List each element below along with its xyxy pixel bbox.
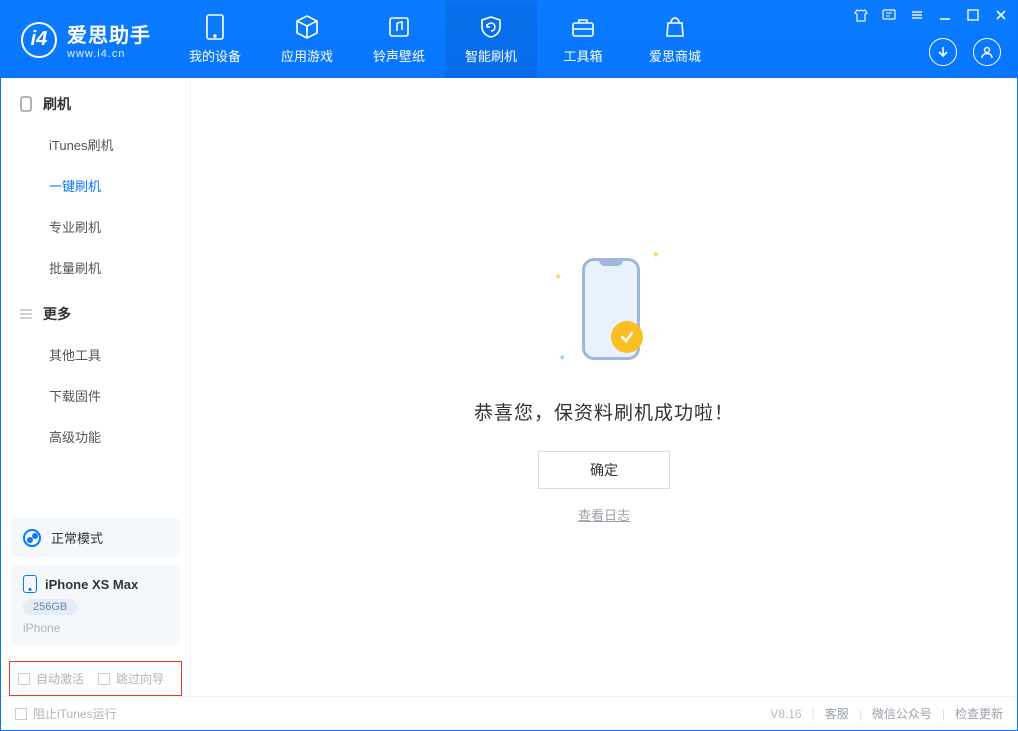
main-nav: 我的设备 应用游戏 铃声壁纸 智能刷机 工具箱 爱思商城 — [169, 1, 721, 78]
mode-icon — [23, 529, 41, 547]
version-label: V8.16 — [770, 707, 801, 721]
device-card[interactable]: iPhone XS Max 256GB iPhone — [11, 565, 180, 645]
device-type: iPhone — [23, 621, 168, 635]
skin-icon[interactable] — [853, 7, 869, 23]
success-message: 恭喜您，保资料刷机成功啦！ — [474, 398, 734, 425]
nav-label: 爱思商城 — [649, 46, 701, 65]
logo-icon: i4 — [21, 22, 57, 58]
checkbox-label: 阻止iTunes运行 — [33, 705, 117, 722]
nav-smart-flash[interactable]: 智能刷机 — [445, 1, 537, 78]
checkbox-label: 自动激活 — [36, 670, 84, 687]
wechat-link[interactable]: 微信公众号 — [872, 705, 932, 722]
music-icon — [386, 14, 412, 40]
checkbox-block-itunes[interactable]: 阻止iTunes运行 — [15, 705, 117, 722]
check-badge-icon — [611, 321, 643, 353]
sidebar-group-title-more: 更多 — [1, 288, 190, 334]
window-controls — [853, 7, 1009, 23]
sparkle-icon: ✦ — [558, 353, 566, 364]
device-icon — [202, 14, 228, 40]
cube-icon — [294, 14, 320, 40]
checkbox-icon — [15, 708, 27, 720]
maximize-button[interactable] — [965, 7, 981, 23]
body: 刷机 iTunes刷机 一键刷机 专业刷机 批量刷机 更多 其他工具 下载固件 … — [1, 78, 1017, 696]
header: i4 爱思助手 www.i4.cn 我的设备 应用游戏 铃声壁纸 智能刷机 — [1, 1, 1017, 78]
sidebar-item-pro-flash[interactable]: 专业刷机 — [1, 206, 190, 247]
nav-store[interactable]: 爱思商城 — [629, 1, 721, 78]
sidebar-item-batch-flash[interactable]: 批量刷机 — [1, 247, 190, 288]
list-icon — [19, 307, 33, 321]
group-label: 刷机 — [43, 94, 71, 114]
mode-label: 正常模式 — [51, 528, 103, 547]
ok-button[interactable]: 确定 — [538, 451, 670, 489]
sparkle-icon: ✦ — [554, 272, 562, 283]
device-phone-icon — [23, 575, 37, 593]
phone-notch-icon — [599, 258, 623, 266]
group-label: 更多 — [43, 304, 71, 324]
nav-ringtone-wallpaper[interactable]: 铃声壁纸 — [353, 1, 445, 78]
checkbox-icon — [18, 673, 30, 685]
download-button[interactable] — [929, 38, 957, 66]
close-button[interactable] — [993, 7, 1009, 23]
footer-right: V8.16 | 客服 | 微信公众号 | 检查更新 — [770, 705, 1003, 722]
app-title: 爱思助手 — [67, 19, 151, 48]
nav-apps-games[interactable]: 应用游戏 — [261, 1, 353, 78]
separator: | — [812, 707, 815, 721]
logo-text: 爱思助手 www.i4.cn — [67, 19, 151, 60]
footer: 阻止iTunes运行 V8.16 | 客服 | 微信公众号 | 检查更新 — [1, 696, 1017, 730]
nav-toolbox[interactable]: 工具箱 — [537, 1, 629, 78]
bag-icon — [662, 14, 688, 40]
nav-label: 我的设备 — [189, 46, 241, 65]
sidebar: 刷机 iTunes刷机 一键刷机 专业刷机 批量刷机 更多 其他工具 下载固件 … — [1, 78, 191, 696]
checkbox-label: 跳过向导 — [116, 670, 164, 687]
sidebar-scroll: 刷机 iTunes刷机 一键刷机 专业刷机 批量刷机 更多 其他工具 下载固件 … — [1, 78, 190, 518]
highlighted-options-box: 自动激活 跳过向导 — [9, 661, 182, 696]
sidebar-group-title-flash: 刷机 — [1, 78, 190, 124]
sidebar-item-advanced[interactable]: 高级功能 — [1, 416, 190, 457]
nav-label: 应用游戏 — [281, 46, 333, 65]
sidebar-item-itunes-flash[interactable]: iTunes刷机 — [1, 124, 190, 165]
nav-label: 智能刷机 — [465, 46, 517, 65]
view-log-link[interactable]: 查看日志 — [578, 505, 630, 524]
device-row: iPhone XS Max — [23, 575, 168, 593]
logo-area: i4 爱思助手 www.i4.cn — [1, 1, 169, 78]
sidebar-item-download-firmware[interactable]: 下载固件 — [1, 375, 190, 416]
sidebar-group-more: 更多 其他工具 下载固件 高级功能 — [1, 288, 190, 457]
separator: | — [942, 707, 945, 721]
checkbox-icon — [98, 673, 110, 685]
nav-my-device[interactable]: 我的设备 — [169, 1, 261, 78]
sidebar-item-onekey-flash[interactable]: 一键刷机 — [1, 165, 190, 206]
app-subtitle: www.i4.cn — [67, 48, 151, 60]
user-button[interactable] — [973, 38, 1001, 66]
check-update-link[interactable]: 检查更新 — [955, 705, 1003, 722]
minimize-button[interactable] — [937, 7, 953, 23]
sidebar-group-flash: 刷机 iTunes刷机 一键刷机 专业刷机 批量刷机 — [1, 78, 190, 288]
main-content: ✦ ✦ ✦ 恭喜您，保资料刷机成功啦！ 确定 查看日志 — [191, 78, 1017, 696]
sidebar-item-other-tools[interactable]: 其他工具 — [1, 334, 190, 375]
app-window: i4 爱思助手 www.i4.cn 我的设备 应用游戏 铃声壁纸 智能刷机 — [0, 0, 1018, 731]
refresh-shield-icon — [478, 14, 504, 40]
device-name: iPhone XS Max — [45, 577, 138, 592]
feedback-icon[interactable] — [881, 7, 897, 23]
header-right-icons — [929, 38, 1001, 66]
checkbox-auto-activate[interactable]: 自动激活 — [18, 670, 84, 687]
support-link[interactable]: 客服 — [825, 705, 849, 722]
phone-outline-icon — [582, 258, 640, 360]
checkbox-skip-guide[interactable]: 跳过向导 — [98, 670, 164, 687]
toolbox-icon — [570, 14, 596, 40]
device-storage-badge: 256GB — [23, 599, 77, 615]
mode-card[interactable]: 正常模式 — [11, 518, 180, 557]
success-illustration: ✦ ✦ ✦ — [554, 250, 654, 370]
sidebar-bottom: 正常模式 iPhone XS Max 256GB iPhone — [1, 518, 190, 655]
nav-label: 工具箱 — [563, 46, 602, 65]
menu-icon[interactable] — [909, 7, 925, 23]
sparkle-icon: ✦ — [652, 250, 660, 261]
phone-icon — [19, 97, 33, 111]
nav-label: 铃声壁纸 — [373, 46, 425, 65]
separator: | — [859, 707, 862, 721]
